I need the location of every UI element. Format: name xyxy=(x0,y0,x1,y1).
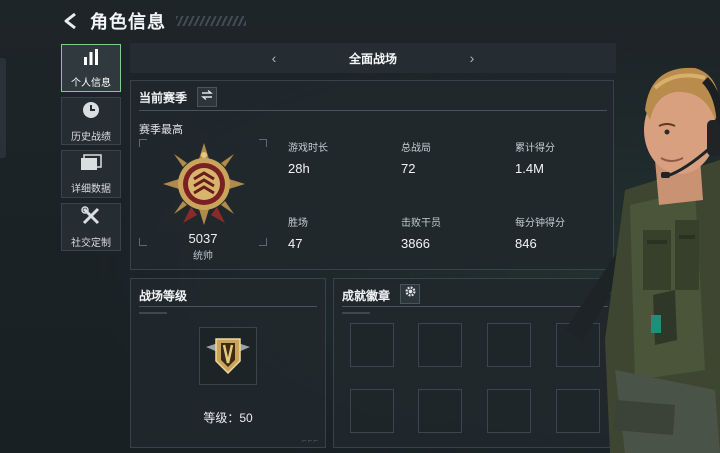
battle-level-panel: 战场等级 等级：50 ⌐⌐⌐ xyxy=(130,278,326,448)
season-best-label: 赛季最高 xyxy=(139,124,183,136)
badge-slot[interactable] xyxy=(350,389,394,433)
folder-icon xyxy=(80,153,102,177)
achievements-settings-button[interactable] xyxy=(400,284,420,304)
decor-line xyxy=(139,312,167,314)
stat-value: 3866 xyxy=(401,236,430,251)
badge-slot[interactable] xyxy=(350,323,394,367)
stat-value: 28h xyxy=(288,161,310,176)
page-header: 角色信息 xyxy=(60,8,246,34)
stat-label: 总战局 xyxy=(401,143,431,154)
swap-season-button[interactable] xyxy=(197,87,217,107)
battle-level-value: 等级：50 xyxy=(203,411,253,425)
swap-arrows-icon xyxy=(201,88,213,106)
chevron-right-icon[interactable]: › xyxy=(397,50,547,66)
character-portrait xyxy=(555,40,720,453)
stat-label: 游戏时长 xyxy=(288,143,328,154)
season-title: 当前赛季 xyxy=(139,91,188,105)
badge-slot[interactable] xyxy=(487,323,531,367)
stat-total-matches: 总战局 72 xyxy=(401,139,431,176)
gear-icon xyxy=(404,285,417,303)
sidebar-item-label: 个人信息 xyxy=(71,77,111,89)
sidebar-item-personal-info[interactable]: 个人信息 xyxy=(61,44,121,92)
left-edge-tab xyxy=(0,58,6,158)
stat-label: 累计得分 xyxy=(515,143,555,154)
level-emblem-icon xyxy=(204,333,252,384)
rank-display xyxy=(139,139,267,246)
sidebar-item-label: 详细数据 xyxy=(71,183,111,195)
achievements-title: 成就徽章 xyxy=(342,289,391,303)
mode-name: 全面战场 xyxy=(348,51,397,66)
stat-play-time: 游戏时长 28h xyxy=(288,139,328,176)
tools-icon xyxy=(81,205,101,231)
season-panel: 当前赛季 赛季最高 5037 统帅 游戏时长 28h 总战局 72 累计得分 1… xyxy=(130,80,614,270)
title-decoration xyxy=(176,16,246,26)
rank-name: 统帅 xyxy=(193,251,213,262)
season-divider xyxy=(139,110,607,111)
mode-selector: ‹ 全面战场 › xyxy=(130,43,616,73)
rank-score: 5037 xyxy=(188,231,218,246)
battle-level-divider xyxy=(139,306,317,307)
sidebar-item-label: 历史战绩 xyxy=(71,131,111,143)
stat-value: 47 xyxy=(288,236,303,251)
sidebar: 个人信息 历史战绩 详细数据 社交定制 xyxy=(61,44,121,256)
badge-slot[interactable] xyxy=(418,323,462,367)
stat-value: 72 xyxy=(401,161,416,176)
page-title: 角色信息 xyxy=(90,12,166,32)
chevron-left-icon[interactable]: ‹ xyxy=(199,50,349,66)
stat-kills: 击败干员 3866 xyxy=(401,214,441,251)
sidebar-item-history[interactable]: 历史战绩 xyxy=(61,97,121,145)
stat-total-score: 累计得分 1.4M xyxy=(515,139,555,176)
stat-label: 击败干员 xyxy=(401,218,441,229)
battle-level-title: 战场等级 xyxy=(139,289,188,303)
bar-chart-icon xyxy=(82,48,100,71)
history-clock-icon xyxy=(81,100,101,125)
badge-slot[interactable] xyxy=(487,389,531,433)
decor-line xyxy=(342,312,370,314)
corner-decoration: ⌐⌐⌐ xyxy=(301,436,319,445)
rank-medal-icon xyxy=(161,141,247,232)
stat-value: 1.4M xyxy=(515,161,544,176)
back-arrow-icon[interactable] xyxy=(60,10,82,32)
sidebar-item-label: 社交定制 xyxy=(71,237,111,249)
level-emblem-frame xyxy=(199,327,257,385)
stat-wins: 胜场 47 xyxy=(288,214,308,251)
badge-slot[interactable] xyxy=(418,389,462,433)
sidebar-item-details[interactable]: 详细数据 xyxy=(61,150,121,198)
stat-label: 胜场 xyxy=(288,218,308,229)
sidebar-item-social[interactable]: 社交定制 xyxy=(61,203,121,251)
